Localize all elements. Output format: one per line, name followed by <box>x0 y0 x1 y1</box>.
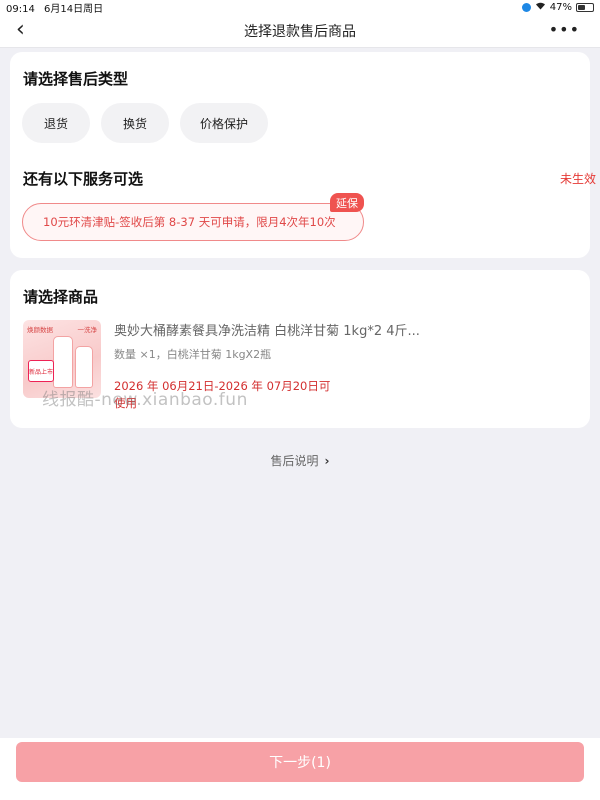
bottom-bar: 下一步(1) <box>0 738 600 800</box>
bottle-illustration <box>53 336 73 388</box>
product-image-tag: 新品上市 <box>28 360 54 382</box>
option-exchange[interactable]: 换货 <box>101 103 169 143</box>
service-description: 10元环清津贴-签收后第 8-37 天可申请，限月4次年10次 <box>43 215 336 229</box>
location-icon <box>521 2 531 12</box>
product-image-text-right: 一洗净 <box>77 326 98 334</box>
product-quantity-spec: 数量 ×1，白桃洋甘菊 1kgX2瓶 <box>114 348 272 361</box>
product-image[interactable]: 焕颜数据 一洗净 新品上市 <box>23 320 101 398</box>
page-title: 选择退款售后商品 <box>244 23 356 40</box>
after-sale-type-title: 请选择售后类型 <box>23 70 129 88</box>
bottle-illustration <box>75 346 93 388</box>
product-image-text-left: 焕颜数据 <box>27 326 53 334</box>
extended-warranty-badge: 延保 <box>330 193 364 212</box>
battery-icon <box>576 2 594 12</box>
service-status: 未生效 <box>559 172 596 186</box>
wifi-icon <box>535 1 546 13</box>
product-valid-period: 2026 年 06月21日-2026 年 07月20日可使用 <box>114 379 331 410</box>
status-left: 09:14 6月14日周日 <box>6 0 109 15</box>
chevron-right-icon: › <box>324 454 330 468</box>
option-price-protection[interactable]: 价格保护 <box>180 103 268 143</box>
goods-card: 请选择商品 焕颜数据 一洗净 新品上市 奥妙大桶酵素餐具净洗洁精 白桃洋甘菊 1… <box>10 270 590 428</box>
status-right: 47% <box>521 1 594 13</box>
more-icon[interactable]: ••• <box>549 19 580 41</box>
after-sale-type-card: 请选择售后类型 退货 换货 价格保护 还有以下服务可选 未生效 10元环清津贴-… <box>10 52 596 258</box>
extended-warranty-option[interactable]: 10元环清津贴-签收后第 8-37 天可申请，限月4次年10次 <box>22 203 364 241</box>
nav-bar: ‹ 选择退款售后商品 ••• <box>0 14 600 48</box>
service-section-title: 还有以下服务可选 <box>23 170 144 188</box>
status-time: 09:14 <box>6 3 35 15</box>
product-name[interactable]: 奥妙大桶酵素餐具净洗洁精 白桃洋甘菊 1kg*2 4斤... <box>114 320 444 339</box>
battery-percent: 47% <box>549 1 572 13</box>
option-return[interactable]: 退货 <box>22 103 90 143</box>
back-icon[interactable]: ‹ <box>16 19 38 41</box>
product-image-banner: 焕颜数据 一洗净 <box>27 324 97 336</box>
after-sale-type-options: 退货 换货 价格保护 <box>22 103 268 143</box>
status-date: 6月14日周日 <box>44 3 104 15</box>
after-sale-info-label: 售后说明 <box>270 454 319 468</box>
after-sale-info-link[interactable]: 售后说明 › <box>0 452 600 469</box>
next-step-button[interactable]: 下一步(1) <box>16 742 584 782</box>
goods-section-title: 请选择商品 <box>23 288 99 306</box>
status-bar: 09:14 6月14日周日 47% <box>0 0 600 15</box>
